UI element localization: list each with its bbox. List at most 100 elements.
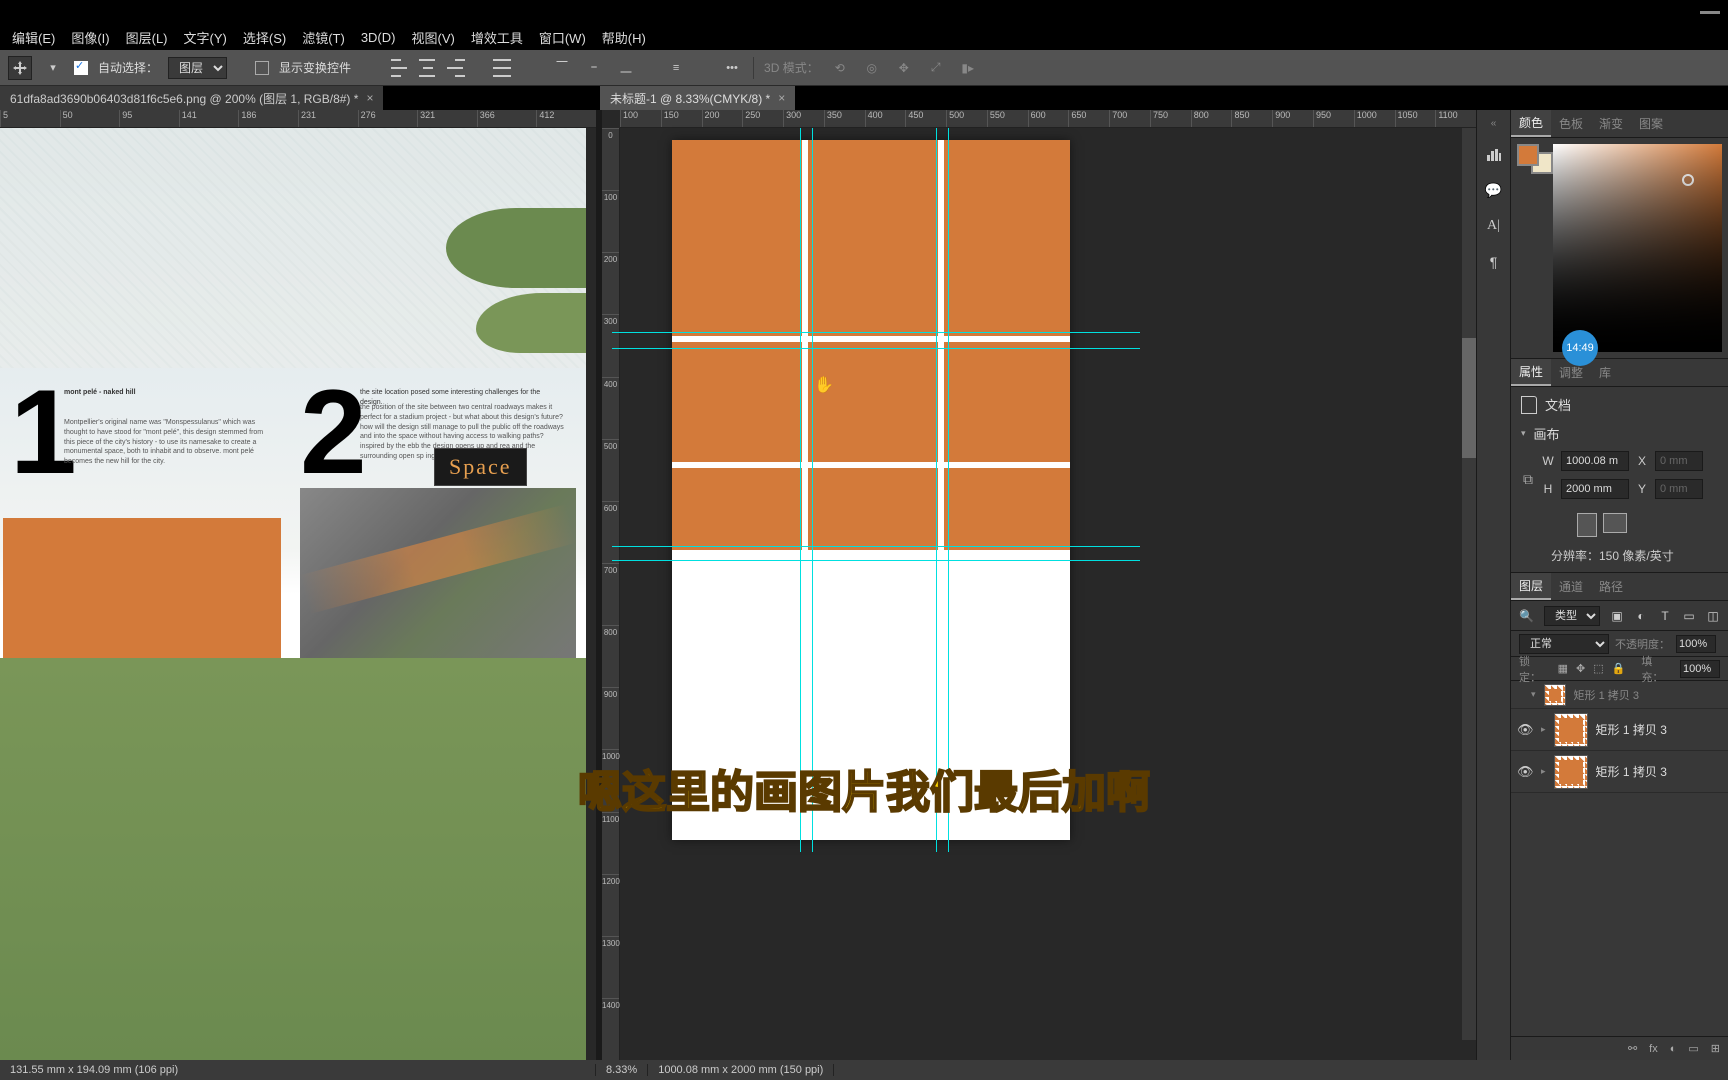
- paragraph-icon[interactable]: ¶: [1483, 251, 1505, 273]
- guide-horizontal[interactable]: [612, 348, 1140, 349]
- document-tab-left[interactable]: 61dfa8ad3690b06403d81f6c5e6.png @ 200% (…: [0, 86, 383, 110]
- align-bottom-icon[interactable]: ⎽: [615, 57, 637, 79]
- autoselect-checkbox[interactable]: [74, 61, 88, 75]
- scrollbar-vertical[interactable]: [1462, 128, 1476, 1040]
- filter-image-icon[interactable]: ▣: [1610, 609, 1624, 623]
- layer-name[interactable]: 矩形 1 拷贝 3: [1596, 721, 1722, 738]
- showtransform-checkbox[interactable]: [255, 61, 269, 75]
- link-layers-icon[interactable]: ⚯: [1628, 1042, 1637, 1055]
- menu-filter[interactable]: 滤镜(T): [296, 26, 351, 49]
- width-input[interactable]: [1561, 451, 1629, 471]
- artboard[interactable]: ✋: [672, 140, 1070, 840]
- layer-thumbnail[interactable]: [1554, 713, 1588, 747]
- opacity-input[interactable]: [1676, 635, 1716, 653]
- guide-horizontal[interactable]: [612, 560, 1140, 561]
- menu-image[interactable]: 图像(I): [65, 26, 115, 49]
- layer-name[interactable]: 矩形 1 拷贝 3: [1596, 763, 1722, 780]
- guide-vertical[interactable]: [936, 128, 937, 852]
- histogram-icon[interactable]: [1483, 143, 1505, 165]
- right-document-view[interactable]: 1001502002503003504004505005506006507007…: [602, 110, 1476, 1060]
- color-indicator[interactable]: [1682, 174, 1694, 186]
- expand-arrow-icon[interactable]: ▸: [1541, 724, 1546, 735]
- filter-kind-dropdown[interactable]: 类型: [1544, 606, 1600, 626]
- expand-arrow-icon[interactable]: ▾: [1531, 689, 1536, 700]
- left-document-view[interactable]: 55095141186231276321366412 1 2 mont pelé…: [0, 110, 596, 1060]
- menu-view[interactable]: 视图(V): [405, 26, 460, 49]
- collapse-arrow-icon[interactable]: «: [1491, 118, 1497, 129]
- color-picker-field[interactable]: [1553, 144, 1722, 352]
- landscape-icon[interactable]: [1603, 513, 1627, 533]
- filter-type-icon[interactable]: T: [1658, 609, 1672, 623]
- guide-vertical[interactable]: [812, 128, 813, 852]
- close-tab-icon[interactable]: ×: [778, 91, 785, 105]
- portrait-icon[interactable]: [1577, 513, 1597, 537]
- new-layer-icon[interactable]: ⊞: [1711, 1042, 1720, 1055]
- height-input[interactable]: [1561, 479, 1629, 499]
- document-tab-right[interactable]: 未标题-1 @ 8.33%(CMYK/8) * ×: [600, 86, 795, 110]
- layer-list[interactable]: ▾ 矩形 1 拷贝 3 👁 ▸ 矩形 1 拷贝 3 👁 ▸ 矩形 1 拷贝 3: [1511, 681, 1728, 1036]
- align-middle-icon[interactable]: ⎯: [583, 57, 605, 79]
- y-input[interactable]: [1655, 479, 1703, 499]
- align-left-icon[interactable]: [391, 59, 409, 77]
- filter-smart-icon[interactable]: ◫: [1706, 609, 1720, 623]
- lock-all-icon[interactable]: 🔒: [1612, 662, 1626, 675]
- document-canvas[interactable]: 1 2 mont pelé - naked hill Montpellier's…: [0, 128, 586, 1060]
- menu-3d[interactable]: 3D(D): [355, 28, 402, 47]
- foreground-color[interactable]: [1517, 144, 1539, 166]
- canvas-area[interactable]: ✋: [620, 128, 1458, 1060]
- menu-help[interactable]: 帮助(H): [596, 26, 652, 49]
- menu-layer[interactable]: 图层(L): [120, 26, 174, 49]
- menu-plugins[interactable]: 增效工具: [465, 26, 529, 49]
- character-icon[interactable]: A|: [1483, 215, 1505, 237]
- align-right-icon[interactable]: [447, 59, 465, 77]
- comment-icon[interactable]: 💬: [1483, 179, 1505, 201]
- distribute-v-icon[interactable]: ≡: [665, 57, 687, 79]
- guide-vertical[interactable]: [800, 128, 801, 852]
- fill-input[interactable]: [1680, 660, 1720, 678]
- minimize-button[interactable]: [1700, 11, 1720, 14]
- filter-shape-icon[interactable]: ▭: [1682, 609, 1696, 623]
- layer-mask-icon[interactable]: ◐: [1670, 1043, 1677, 1055]
- filter-adjust-icon[interactable]: ◐: [1634, 609, 1648, 623]
- new-group-icon[interactable]: ▭: [1688, 1042, 1698, 1055]
- layer-thumbnail[interactable]: [1554, 755, 1588, 789]
- lock-pixels-icon[interactable]: ▦: [1558, 662, 1568, 675]
- move-tool-icon[interactable]: [8, 56, 32, 80]
- tab-pattern[interactable]: 图案: [1631, 110, 1671, 137]
- x-input[interactable]: [1655, 451, 1703, 471]
- close-tab-icon[interactable]: ×: [366, 91, 373, 105]
- guide-horizontal[interactable]: [612, 546, 1140, 547]
- visibility-icon[interactable]: 👁: [1517, 722, 1533, 738]
- menu-window[interactable]: 窗口(W): [533, 26, 592, 49]
- guide-vertical[interactable]: [948, 128, 949, 852]
- align-center-h-icon[interactable]: [419, 59, 437, 77]
- align-top-icon[interactable]: ⎺: [551, 57, 573, 79]
- distribute-icon[interactable]: [493, 59, 511, 77]
- blend-mode-dropdown[interactable]: 正常: [1519, 634, 1609, 654]
- tab-properties[interactable]: 属性: [1511, 359, 1551, 386]
- menu-select[interactable]: 选择(S): [237, 26, 292, 49]
- canvas-section-header[interactable]: ▾ 画布: [1521, 424, 1718, 443]
- tab-channels[interactable]: 通道: [1551, 573, 1591, 600]
- tab-color[interactable]: 颜色: [1511, 110, 1551, 137]
- status-zoom[interactable]: 8.33%: [596, 1064, 648, 1076]
- tab-library[interactable]: 库: [1591, 359, 1619, 386]
- lock-artboard-icon[interactable]: ⬚: [1593, 662, 1603, 675]
- lock-position-icon[interactable]: ✥: [1576, 662, 1585, 675]
- tab-gradient[interactable]: 渐变: [1591, 110, 1631, 137]
- layer-row[interactable]: ▾ 矩形 1 拷贝 3: [1511, 681, 1728, 709]
- layer-style-icon[interactable]: fx: [1649, 1043, 1658, 1055]
- search-icon[interactable]: 🔍: [1519, 609, 1534, 623]
- layer-thumbnail[interactable]: [1544, 684, 1566, 706]
- chevron-down-icon[interactable]: ▾: [42, 57, 64, 79]
- layer-row[interactable]: 👁 ▸ 矩形 1 拷贝 3: [1511, 751, 1728, 793]
- scroll-thumb[interactable]: [1462, 338, 1476, 458]
- menu-edit[interactable]: 编辑(E): [6, 26, 61, 49]
- more-options-icon[interactable]: •••: [721, 57, 743, 79]
- link-icon[interactable]: ⧉: [1521, 471, 1541, 488]
- tab-swatches[interactable]: 色板: [1551, 110, 1591, 137]
- guide-horizontal[interactable]: [612, 332, 1140, 333]
- expand-arrow-icon[interactable]: ▸: [1541, 766, 1546, 777]
- tab-paths[interactable]: 路径: [1591, 573, 1631, 600]
- visibility-icon[interactable]: 👁: [1517, 764, 1533, 780]
